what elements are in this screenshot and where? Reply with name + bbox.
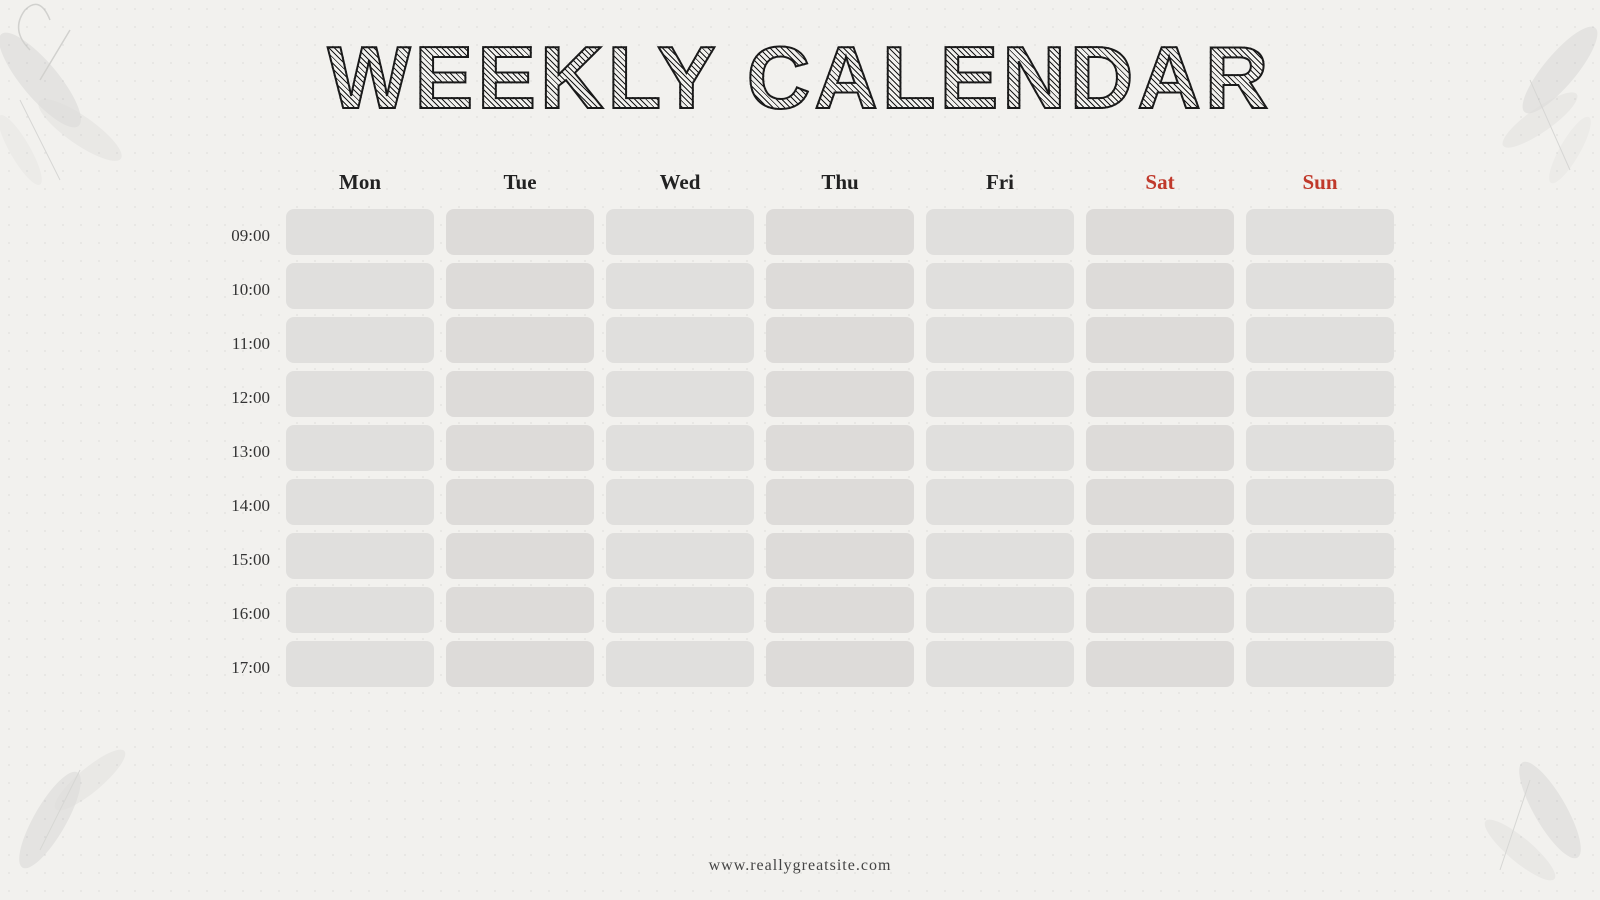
slot-sat-1700[interactable] [1086, 641, 1234, 687]
time-column: 09:0010:0011:0012:0013:0014:0015:0016:00… [200, 209, 280, 695]
slot-wed-1300[interactable] [606, 425, 754, 471]
time-label: 11:00 [200, 317, 280, 371]
slot-thu-1500[interactable] [766, 533, 914, 579]
slot-tue-1600[interactable] [446, 587, 594, 633]
slot-sun-1500[interactable] [1246, 533, 1394, 579]
slot-mon-1700[interactable] [286, 641, 434, 687]
slot-thu-0900[interactable] [766, 209, 914, 255]
slot-sun-1600[interactable] [1246, 587, 1394, 633]
day-header-tue: Tue [446, 157, 594, 209]
slot-thu-1400[interactable] [766, 479, 914, 525]
page-wrapper: WEEKLY CALENDAR 09:0010:0011:0012:0013:0… [0, 0, 1600, 900]
time-label: 14:00 [200, 479, 280, 533]
day-header-wed: Wed [606, 157, 754, 209]
slot-sun-1200[interactable] [1246, 371, 1394, 417]
slot-tue-0900[interactable] [446, 209, 594, 255]
slot-mon-1300[interactable] [286, 425, 434, 471]
footer-url: www.reallygreatsite.com [0, 857, 1600, 875]
slot-fri-1300[interactable] [926, 425, 1074, 471]
slot-fri-0900[interactable] [926, 209, 1074, 255]
day-column-tue: Tue [440, 157, 600, 695]
slot-sat-1000[interactable] [1086, 263, 1234, 309]
slot-fri-1100[interactable] [926, 317, 1074, 363]
calendar-container: 09:0010:0011:0012:0013:0014:0015:0016:00… [200, 157, 1400, 695]
slot-sun-1000[interactable] [1246, 263, 1394, 309]
time-label: 17:00 [200, 641, 280, 695]
slot-sat-1500[interactable] [1086, 533, 1234, 579]
time-label: 13:00 [200, 425, 280, 479]
slot-wed-1600[interactable] [606, 587, 754, 633]
slot-tue-1100[interactable] [446, 317, 594, 363]
slot-sun-0900[interactable] [1246, 209, 1394, 255]
slot-sat-0900[interactable] [1086, 209, 1234, 255]
slot-fri-1700[interactable] [926, 641, 1074, 687]
slot-mon-1000[interactable] [286, 263, 434, 309]
slot-wed-1100[interactable] [606, 317, 754, 363]
time-label: 16:00 [200, 587, 280, 641]
slot-mon-1600[interactable] [286, 587, 434, 633]
slot-mon-0900[interactable] [286, 209, 434, 255]
slot-sun-1300[interactable] [1246, 425, 1394, 471]
slot-fri-1400[interactable] [926, 479, 1074, 525]
slot-fri-1600[interactable] [926, 587, 1074, 633]
day-column-wed: Wed [600, 157, 760, 695]
time-label: 10:00 [200, 263, 280, 317]
days-grid: MonTueWedThuFriSatSun [280, 157, 1400, 695]
slot-tue-1200[interactable] [446, 371, 594, 417]
slot-mon-1200[interactable] [286, 371, 434, 417]
slot-mon-1500[interactable] [286, 533, 434, 579]
slot-thu-1300[interactable] [766, 425, 914, 471]
day-column-sun: Sun [1240, 157, 1400, 695]
slot-mon-1100[interactable] [286, 317, 434, 363]
slot-wed-0900[interactable] [606, 209, 754, 255]
slot-sat-1600[interactable] [1086, 587, 1234, 633]
slot-tue-1000[interactable] [446, 263, 594, 309]
slot-wed-1400[interactable] [606, 479, 754, 525]
slot-wed-1700[interactable] [606, 641, 754, 687]
slot-wed-1500[interactable] [606, 533, 754, 579]
day-header-sat: Sat [1086, 157, 1234, 209]
time-label: 12:00 [200, 371, 280, 425]
slot-tue-1300[interactable] [446, 425, 594, 471]
day-column-mon: Mon [280, 157, 440, 695]
day-header-mon: Mon [286, 157, 434, 209]
slot-thu-1200[interactable] [766, 371, 914, 417]
slot-sun-1400[interactable] [1246, 479, 1394, 525]
slot-sat-1300[interactable] [1086, 425, 1234, 471]
slot-wed-1000[interactable] [606, 263, 754, 309]
day-column-sat: Sat [1080, 157, 1240, 695]
slot-thu-1000[interactable] [766, 263, 914, 309]
slot-sat-1200[interactable] [1086, 371, 1234, 417]
slot-fri-1000[interactable] [926, 263, 1074, 309]
slot-sun-1100[interactable] [1246, 317, 1394, 363]
time-label: 15:00 [200, 533, 280, 587]
slot-tue-1500[interactable] [446, 533, 594, 579]
slot-thu-1100[interactable] [766, 317, 914, 363]
slot-thu-1600[interactable] [766, 587, 914, 633]
page-title: WEEKLY CALENDAR [328, 30, 1273, 127]
time-label: 09:00 [200, 209, 280, 263]
day-header-fri: Fri [926, 157, 1074, 209]
slot-tue-1700[interactable] [446, 641, 594, 687]
slot-tue-1400[interactable] [446, 479, 594, 525]
day-column-thu: Thu [760, 157, 920, 695]
slot-thu-1700[interactable] [766, 641, 914, 687]
slot-sun-1700[interactable] [1246, 641, 1394, 687]
slot-fri-1200[interactable] [926, 371, 1074, 417]
day-header-sun: Sun [1246, 157, 1394, 209]
day-header-thu: Thu [766, 157, 914, 209]
slot-fri-1500[interactable] [926, 533, 1074, 579]
slot-sat-1400[interactable] [1086, 479, 1234, 525]
slot-mon-1400[interactable] [286, 479, 434, 525]
day-column-fri: Fri [920, 157, 1080, 695]
slot-sat-1100[interactable] [1086, 317, 1234, 363]
slot-wed-1200[interactable] [606, 371, 754, 417]
